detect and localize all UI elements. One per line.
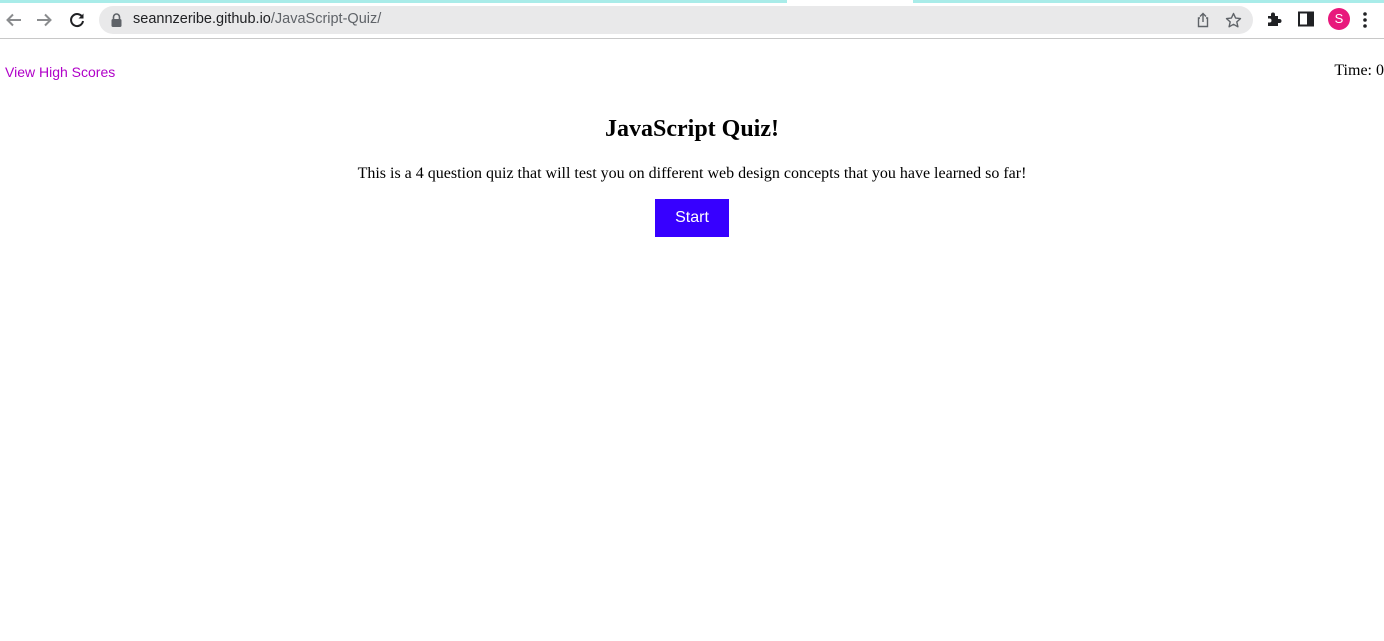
kebab-menu-icon[interactable] bbox=[1362, 11, 1368, 34]
tab-strip-accent bbox=[0, 0, 787, 3]
side-panel-icon[interactable] bbox=[1298, 11, 1314, 32]
url-text[interactable]: seannzeribe.github.io/JavaScript-Quiz/ bbox=[133, 11, 381, 27]
tab-strip-accent bbox=[913, 0, 1384, 3]
forward-arrow-icon[interactable] bbox=[33, 9, 55, 31]
url-path: /JavaScript-Quiz/ bbox=[270, 11, 382, 27]
star-icon[interactable] bbox=[1225, 12, 1242, 34]
browser-toolbar: seannzeribe.github.io/JavaScript-Quiz/ S bbox=[0, 0, 1384, 39]
reload-icon[interactable] bbox=[66, 9, 88, 31]
quiz-intro: This is a 4 question quiz that will test… bbox=[357, 165, 1027, 182]
share-icon[interactable] bbox=[1195, 12, 1211, 33]
timer-value: 0 bbox=[1376, 62, 1384, 79]
quiz-title: JavaScript Quiz! bbox=[605, 116, 779, 142]
timer: Time: 0 bbox=[1334, 62, 1384, 80]
page-content: View High Scores Time: 0 JavaScript Quiz… bbox=[0, 40, 1384, 641]
extensions-icon[interactable] bbox=[1265, 10, 1283, 33]
url-host: seannzeribe.github.io bbox=[133, 11, 271, 27]
timer-label: Time: bbox=[1334, 62, 1376, 79]
address-bar[interactable]: seannzeribe.github.io/JavaScript-Quiz/ bbox=[99, 6, 1253, 34]
lock-icon[interactable] bbox=[111, 13, 122, 32]
view-high-scores-link[interactable]: View High Scores bbox=[5, 64, 115, 80]
start-button[interactable]: Start bbox=[655, 199, 729, 237]
back-arrow-icon[interactable] bbox=[3, 9, 25, 31]
profile-avatar[interactable]: S bbox=[1328, 8, 1350, 30]
